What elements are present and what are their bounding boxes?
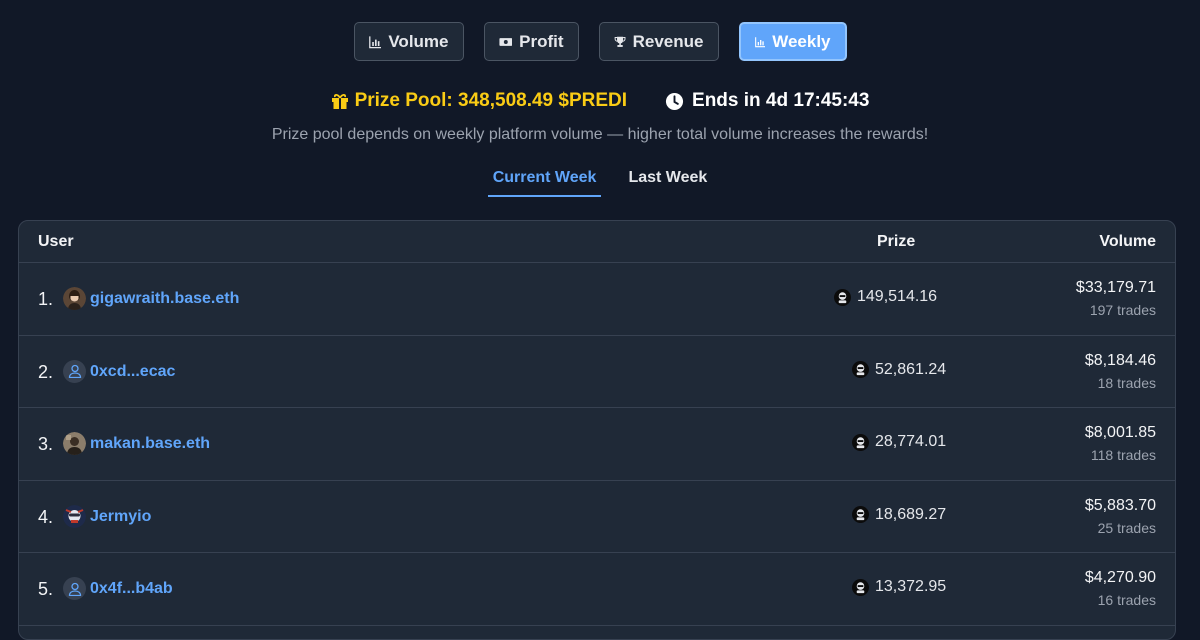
prize-value: 149,514.16: [857, 288, 938, 305]
volume-amount: $4,270.90: [1084, 569, 1156, 586]
table-row: 3. makan.base.eth 28,774.01 $8,001.85 11…: [19, 408, 1175, 481]
volume-cell: $8,184.46 18 trades: [1085, 352, 1156, 391]
revenue-button[interactable]: Revenue: [598, 22, 719, 61]
volume-button[interactable]: Volume: [353, 22, 464, 61]
username-link[interactable]: Jermyio: [90, 508, 151, 526]
gift-icon: [331, 93, 348, 109]
trade-count: 16 trades: [1097, 592, 1156, 608]
money-bill-icon: [498, 37, 512, 46]
bar-chart-icon: [754, 36, 765, 47]
avatar[interactable]: [63, 287, 86, 310]
prize-column-header: Prize: [877, 232, 916, 250]
prize-amount: 28,774.01: [852, 433, 946, 451]
bar-chart-icon: [368, 35, 381, 48]
volume-cell: $4,270.90 16 trades: [1085, 569, 1156, 608]
username-link[interactable]: 0x4f...b4ab: [90, 580, 173, 598]
table-header: User Prize Volume: [19, 221, 1175, 263]
predi-token-icon: [852, 433, 869, 451]
volume-column-header: Volume: [1099, 232, 1156, 250]
prize-pool-label: Prize Pool: 348,508.49 $PREDI: [354, 90, 628, 111]
volume-amount: $8,184.46: [1084, 351, 1156, 369]
photo-avatar-icon: [63, 504, 86, 528]
weekly-button[interactable]: Weekly: [738, 22, 847, 61]
week-tabs: Current Week Last Week: [0, 167, 1200, 197]
prize-value: 18,689.27: [875, 505, 947, 523]
user-column-header: User: [38, 232, 74, 250]
avatar[interactable]: [63, 504, 86, 528]
volume-amount: $8,001.85: [1084, 424, 1156, 441]
trade-count: 25 trades: [1097, 519, 1156, 536]
trophy-icon: [614, 36, 625, 47]
revenue-button-label: Revenue: [632, 31, 704, 51]
photo-avatar-icon: [63, 287, 86, 310]
avatar[interactable]: [63, 432, 86, 455]
trade-count: 18 trades: [1097, 374, 1156, 391]
rank: 1.: [38, 289, 54, 309]
prize-amount: 149,514.16: [834, 288, 937, 306]
volume-cell: $5,883.70 25 trades: [1085, 497, 1156, 536]
table-row: 1. gigawraith.base.eth 149,514.16 $33,17…: [19, 263, 1175, 336]
tab-current-week[interactable]: Current Week: [487, 167, 602, 197]
volume-amount: $5,883.70: [1084, 496, 1156, 514]
prize-amount: 13,372.95: [852, 578, 946, 596]
user-icon: [68, 582, 81, 596]
predi-token-icon: [852, 361, 869, 378]
username-link[interactable]: makan.base.eth: [90, 435, 210, 453]
leaderboard-table: User Prize Volume 1. gigawraith.base.eth…: [18, 220, 1176, 640]
volume-amount: $33,179.71: [1075, 279, 1156, 296]
table-row: 4. Jermyio 18,689.27 $5,883.70 25 trades: [19, 481, 1175, 553]
volume-cell: $8,001.85 118 trades: [1085, 424, 1156, 463]
table-row: 5. 0x4f...b4ab 13,372.95 $4,270.90 16 tr…: [19, 553, 1175, 626]
user-icon: [68, 364, 81, 378]
avatar[interactable]: [63, 577, 86, 600]
trade-count: 118 trades: [1090, 447, 1156, 463]
prize-value: 52,861.24: [875, 360, 947, 378]
prize-amount: 18,689.27: [852, 506, 946, 524]
prize-pool-note: Prize pool depends on weekly platform vo…: [271, 126, 929, 143]
predi-token-icon: [852, 506, 869, 523]
predi-token-icon: [852, 578, 869, 596]
username-link[interactable]: gigawraith.base.eth: [90, 290, 239, 308]
clock-icon: [665, 92, 684, 110]
volume-button-label: Volume: [388, 31, 449, 51]
rank: 2.: [38, 361, 54, 382]
leaderboard-nav: Volume Profit Revenue Weekly: [0, 22, 1200, 61]
prize-pool-info: Prize Pool: 348,508.49 $PREDI Ends in 4d…: [0, 90, 1200, 112]
profit-button[interactable]: Profit: [483, 22, 579, 61]
tab-last-week[interactable]: Last Week: [623, 167, 712, 197]
prize-value: 28,774.01: [875, 433, 947, 450]
prize-amount: 52,861.24: [852, 361, 946, 379]
rank: 4.: [38, 506, 54, 527]
profit-button-label: Profit: [519, 31, 564, 51]
rank: 5.: [38, 579, 54, 599]
photo-avatar-icon: [63, 432, 86, 455]
avatar[interactable]: [63, 359, 86, 383]
username-link[interactable]: 0xcd...ecac: [90, 363, 175, 381]
trade-count: 197 trades: [1089, 302, 1156, 318]
prize-value: 13,372.95: [875, 578, 947, 595]
countdown: Ends in 4d 17:45:43: [665, 90, 869, 112]
countdown-label: Ends in 4d 17:45:43: [692, 90, 870, 111]
prize-pool: Prize Pool: 348,508.49 $PREDI: [331, 90, 627, 112]
predi-token-icon: [834, 288, 851, 306]
volume-cell: $33,179.71 197 trades: [1076, 279, 1156, 318]
table-row: 2. 0xcd...ecac 52,861.24 $8,184.46 18 tr…: [19, 336, 1175, 408]
rank: 3.: [38, 434, 54, 454]
weekly-button-label: Weekly: [772, 31, 831, 51]
